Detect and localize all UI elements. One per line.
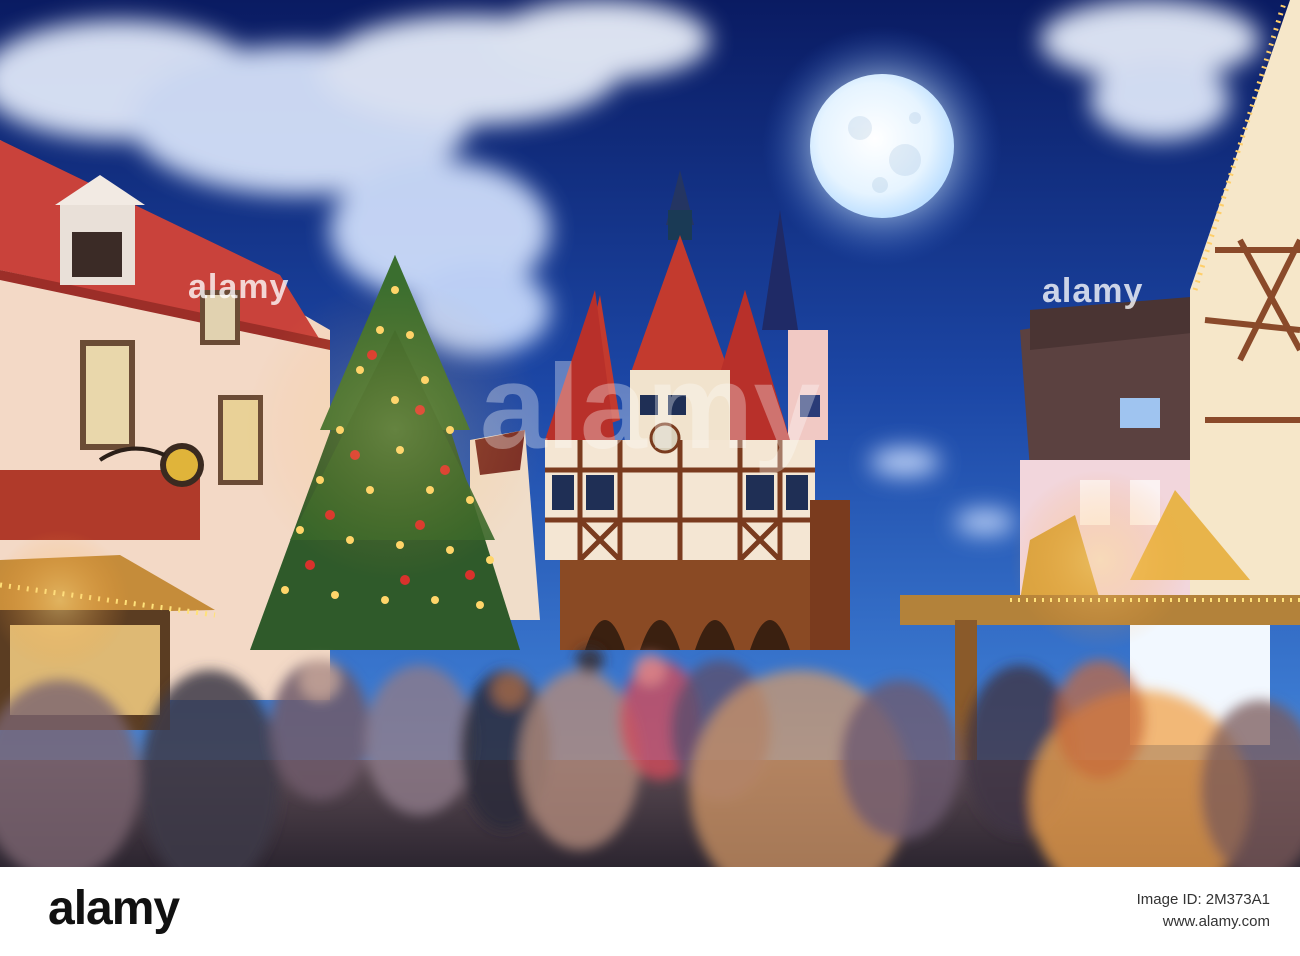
watermark-left: alamy [188, 268, 290, 306]
watermark-center: alamy [480, 340, 821, 474]
christmas-market-photo: alamy [0, 0, 1300, 867]
photo-scene: alamy alamy alamy [0, 0, 1300, 867]
image-id-label: Image ID: 2M373A1 [1136, 891, 1270, 908]
footer-bar: alamy Image ID: 2M373A1 www.alamy.com [0, 867, 1300, 956]
watermark-right: alamy [1042, 272, 1144, 310]
footer-brand-logo: alamy [48, 882, 180, 935]
site-url: www.alamy.com [1162, 913, 1270, 930]
moon [810, 74, 954, 218]
footer-info: Image ID: 2M373A1 www.alamy.com [1137, 889, 1270, 933]
